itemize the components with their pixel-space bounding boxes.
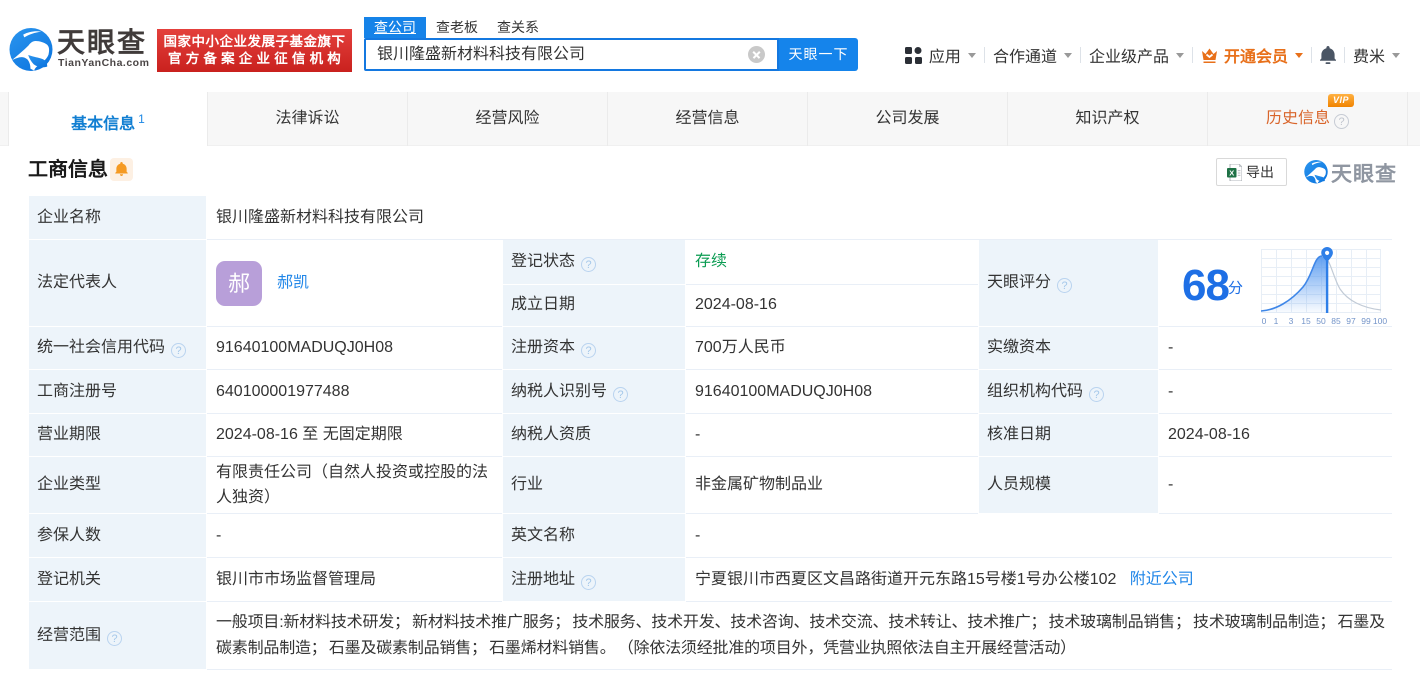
svg-text:15: 15: [1301, 316, 1311, 326]
svg-text:99: 99: [1361, 316, 1371, 326]
svg-text:100: 100: [1373, 316, 1387, 326]
svg-text:97: 97: [1346, 316, 1356, 326]
svg-text:X: X: [1229, 168, 1234, 177]
svg-text:1: 1: [1274, 316, 1279, 326]
svg-text:3: 3: [1289, 316, 1294, 326]
svg-text:50: 50: [1316, 316, 1326, 326]
svg-text:0: 0: [1262, 316, 1267, 326]
svg-text:85: 85: [1331, 316, 1341, 326]
